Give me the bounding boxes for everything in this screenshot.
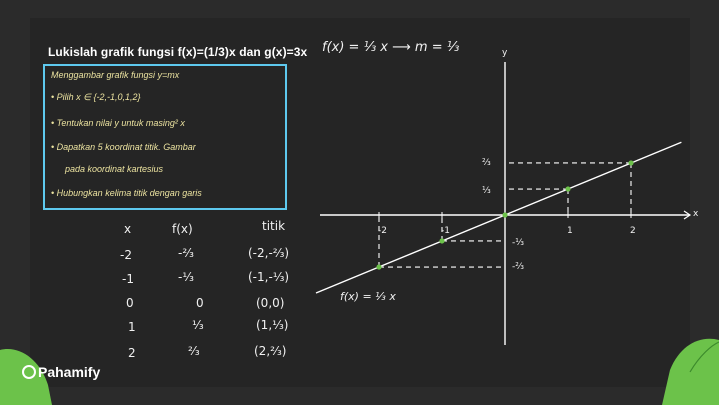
brand-name: Pahamify xyxy=(38,364,101,380)
brand-logo: Pahamify xyxy=(22,364,100,380)
leaf-decoration xyxy=(0,338,719,405)
logo-icon xyxy=(22,365,36,379)
